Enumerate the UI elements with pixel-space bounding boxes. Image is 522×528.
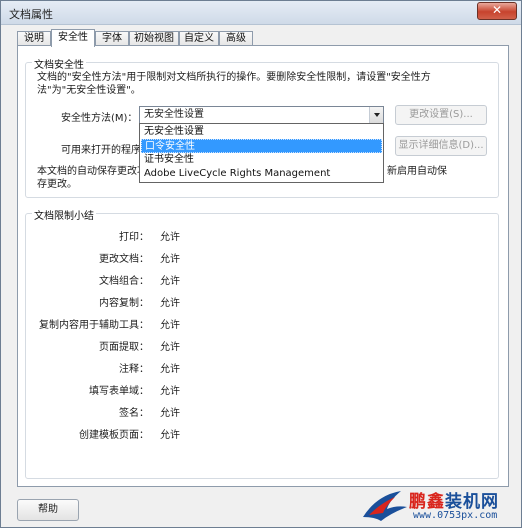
- watermark-url: www.0753px.com: [413, 510, 498, 521]
- restriction-value-signing: 允许: [160, 408, 180, 419]
- restriction-value-template-pages: 允许: [160, 430, 180, 441]
- restriction-value-change-document: 允许: [160, 254, 180, 265]
- restriction-label-comments: 注释：: [119, 364, 149, 375]
- tab-initial-view[interactable]: 初始视图: [129, 31, 179, 46]
- restriction-value-comments: 允许: [160, 364, 180, 375]
- security-method-label: 安全性方法(M)：: [61, 113, 138, 124]
- open-with-label: 可用来打开的程序：: [61, 145, 151, 156]
- watermark-brand-a: 鹏鑫: [409, 492, 445, 512]
- restriction-label-page-extraction: 页面提取：: [99, 342, 149, 353]
- change-settings-button[interactable]: 更改设置(S)...: [395, 105, 487, 125]
- watermark-brand: 鹏鑫装机网: [409, 487, 499, 512]
- restriction-label-change-document: 更改文档：: [99, 254, 149, 265]
- tab-fonts[interactable]: 字体: [95, 31, 129, 46]
- dropdown-option-certificate-security[interactable]: 证书安全性: [141, 153, 382, 167]
- document-properties-dialog: 文档属性 ✕ 说明 安全性 字体 初始视图 自定义 高级 文档安全性 文档的"安…: [0, 0, 522, 528]
- site-watermark: 鹏鑫装机网 www.0753px.com: [361, 485, 522, 528]
- tab-security[interactable]: 安全性: [51, 29, 95, 47]
- watermark-brand-b: 装机网: [445, 492, 499, 512]
- help-button[interactable]: 帮助: [17, 499, 79, 521]
- close-button[interactable]: ✕: [477, 2, 517, 20]
- restriction-value-document-assembly: 允许: [160, 276, 180, 287]
- security-method-select[interactable]: 无安全性设置: [139, 106, 384, 124]
- restriction-label-accessibility-copy: 复制内容用于辅助工具：: [39, 320, 149, 331]
- dropdown-option-livecycle[interactable]: Adobe LiveCycle Rights Management: [141, 167, 382, 181]
- autosave-note-right: 新启用自动保: [387, 166, 447, 177]
- security-group-title: 文档安全性: [32, 56, 86, 71]
- window-title: 文档属性: [9, 8, 53, 21]
- chevron-down-icon[interactable]: [369, 107, 383, 123]
- restriction-label-signing: 签名：: [119, 408, 149, 419]
- restriction-label-document-assembly: 文档组合：: [99, 276, 149, 287]
- security-description: 文档的"安全性方法"用于限制对文档所执行的操作。要删除安全性限制，请设置"安全性…: [37, 72, 431, 96]
- restriction-value-page-extraction: 允许: [160, 342, 180, 353]
- bird-logo-icon: [363, 491, 407, 521]
- security-method-dropdown: 无安全性设置 口令安全性 证书安全性 Adobe LiveCycle Right…: [139, 123, 384, 183]
- tab-custom[interactable]: 自定义: [179, 31, 219, 46]
- restrictions-group-title: 文档限制小结: [32, 207, 96, 222]
- restriction-value-accessibility-copy: 允许: [160, 320, 180, 331]
- tab-description[interactable]: 说明: [17, 31, 51, 46]
- tab-advanced[interactable]: 高级: [219, 31, 253, 46]
- restriction-label-print: 打印：: [119, 232, 149, 243]
- autosave-note-line2: 存更改。: [37, 179, 77, 190]
- restriction-label-fill-form-fields: 填写表单域：: [89, 386, 149, 397]
- restriction-value-print: 允许: [160, 232, 180, 243]
- dropdown-option-password-security[interactable]: 口令安全性: [141, 139, 382, 153]
- show-details-button[interactable]: 显示详细信息(D)...: [395, 136, 487, 156]
- title-bar[interactable]: 文档属性 ✕: [1, 1, 521, 25]
- restriction-value-content-copy: 允许: [160, 298, 180, 309]
- restriction-value-fill-form-fields: 允许: [160, 386, 180, 397]
- dropdown-option-no-security[interactable]: 无安全性设置: [141, 125, 382, 139]
- restriction-label-template-pages: 创建模板页面：: [79, 430, 149, 441]
- security-method-value: 无安全性设置: [144, 109, 204, 120]
- restriction-label-content-copy: 内容复制：: [99, 298, 149, 309]
